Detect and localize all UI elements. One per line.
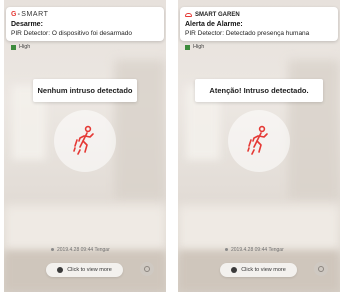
motion-indicator <box>54 110 116 172</box>
notification-body: PIR Detector: O dispositivo foi desarmad… <box>11 30 133 37</box>
settings-button[interactable] <box>140 262 154 276</box>
motion-sensor-person-icon <box>73 125 94 155</box>
push-notification[interactable]: G-SMART Desarme: PIR Detector: O disposi… <box>6 7 164 41</box>
notification-body: PIR Detector: Detectado presença humana <box>185 30 310 37</box>
notification-app-row: SMART GAREN <box>185 10 240 19</box>
gsmart-logo: G-SMART <box>11 11 49 18</box>
phone-screen-alarm: SMART GAREN Alerta de Alarme: PIR Detect… <box>178 0 340 292</box>
settings-button[interactable] <box>314 262 328 276</box>
event-timestamp: 2019.4.28 09:44 Tengar <box>51 247 110 253</box>
notification-title: Alerta de Alarme: <box>185 21 243 28</box>
timestamp-dot-icon <box>225 248 228 252</box>
notification-title: Desarme: <box>11 21 43 28</box>
eye-icon <box>57 267 64 273</box>
notification-app-name: SMART GAREN <box>195 11 240 18</box>
gear-icon <box>318 266 324 272</box>
motion-sensor-person-icon <box>247 125 268 155</box>
view-more-button[interactable]: Click to view more <box>220 263 297 277</box>
detection-status-banner: Atenção! Intruso detectado. <box>195 79 323 102</box>
signal-icon <box>185 44 190 50</box>
view-more-label: Click to view more <box>67 267 112 273</box>
signal-icon <box>11 44 16 50</box>
event-timestamp: 2019.4.28 09:44 Tengar <box>225 247 284 253</box>
view-more-button[interactable]: Click to view more <box>46 263 123 277</box>
cloud-icon <box>185 12 192 17</box>
push-notification[interactable]: SMART GAREN Alerta de Alarme: PIR Detect… <box>180 7 338 41</box>
motion-indicator <box>228 110 290 172</box>
signal-indicator: High <box>11 44 30 50</box>
detection-status-banner: Nenhum intruso detectado <box>33 79 137 102</box>
gear-icon <box>144 266 150 272</box>
signal-label: High <box>193 44 205 50</box>
timestamp-dot-icon <box>51 248 54 252</box>
notification-app-row: G-SMART <box>11 10 49 19</box>
signal-label: High <box>19 44 31 50</box>
view-more-label: Click to view more <box>241 267 286 273</box>
phone-screen-disarmed: G-SMART Desarme: PIR Detector: O disposi… <box>4 0 166 292</box>
signal-indicator: High <box>185 44 204 50</box>
eye-icon <box>231 267 238 273</box>
